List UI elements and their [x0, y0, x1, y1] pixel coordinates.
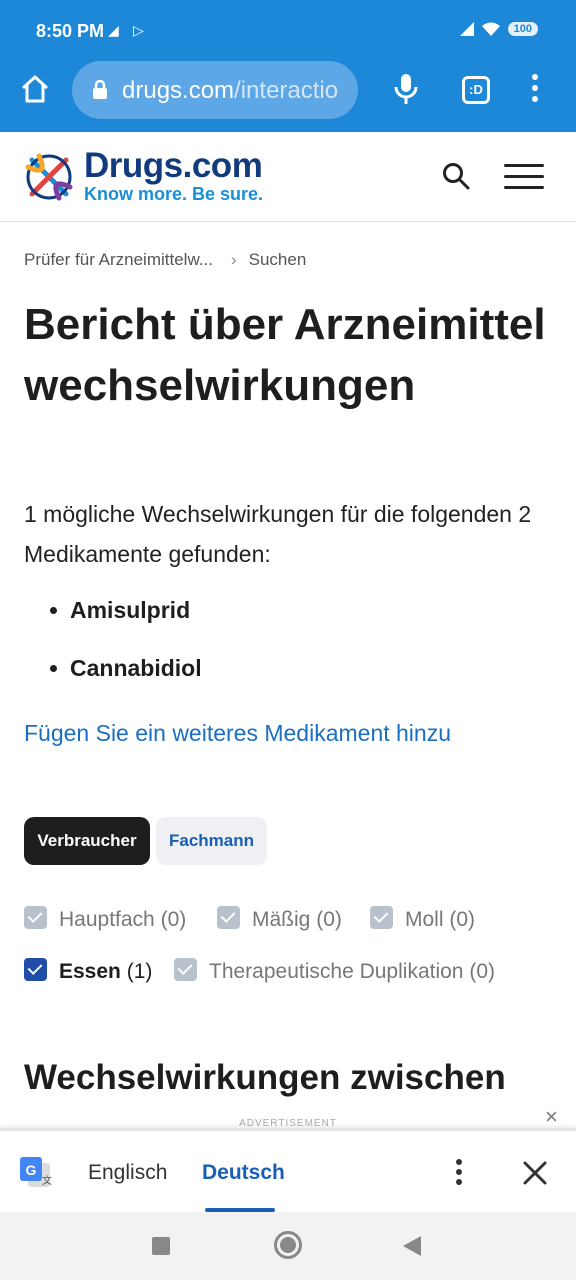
source-language-tab[interactable]: Englisch: [88, 1161, 167, 1185]
filter-count: (0): [449, 908, 476, 931]
breadcrumb: Prüfer für Arzneimittelw... › Suchen: [24, 250, 306, 270]
interactions-heading: Wechselwirkungen zwischen: [24, 1058, 506, 1097]
site-brand[interactable]: Drugs.com: [84, 146, 263, 186]
filter-major[interactable]: Hauptfach (0): [24, 906, 186, 932]
filter-label: Hauptfach: [59, 908, 155, 931]
filter-minor[interactable]: Moll (0): [370, 906, 475, 932]
filter-moderate[interactable]: Mäßig (0): [217, 906, 342, 932]
svg-text:G: G: [26, 1162, 37, 1178]
notification-icon: ◢: [108, 22, 119, 38]
filter-count: (0): [160, 908, 187, 931]
browser-chrome: 8:50 PM ◢ ▷ 100 drugs.com/interactio :D: [0, 0, 576, 132]
translate-options-icon[interactable]: [454, 1159, 464, 1187]
site-tagline: Know more. Be sure.: [84, 184, 264, 204]
translate-bar: G 文 Englisch Deutsch: [0, 1128, 576, 1212]
filter-count: (0): [469, 960, 495, 983]
url-path: /interactio: [234, 77, 339, 104]
play-icon: ▷: [133, 22, 144, 38]
battery-icon: 100: [507, 22, 538, 36]
filter-label: Therapeutische Duplikation: [209, 960, 464, 983]
filter-label: Mäßig: [252, 908, 311, 931]
page-title: Bericht über Arzneimittelwechselwirkunge…: [24, 300, 546, 410]
home-icon[interactable]: [20, 74, 50, 104]
status-bar: 8:50 PM ◢ ▷ 100: [0, 0, 576, 60]
url-text: drugs.com/interactio: [122, 77, 338, 105]
results-summary: 1 mögliche Wechselwirkungen für die folg…: [24, 501, 532, 567]
drug-item: Amisulprid: [48, 590, 202, 648]
target-language-tab[interactable]: Deutsch: [202, 1161, 285, 1185]
close-icon[interactable]: [522, 1160, 548, 1186]
svg-text:文: 文: [42, 1174, 52, 1187]
filter-label: Moll: [405, 908, 444, 931]
chevron-right-icon: ›: [230, 250, 237, 269]
breadcrumb-item-search: Suchen: [248, 250, 307, 269]
address-bar[interactable]: drugs.com/interactio: [72, 61, 358, 119]
tab-switcher-button[interactable]: :D: [462, 76, 490, 104]
add-drug-link[interactable]: Fügen Sie ein weiteres Medikament hinzu: [24, 720, 451, 747]
filter-count: (0): [316, 908, 342, 931]
system-nav-bar: [0, 1212, 576, 1280]
checkbox-icon[interactable]: [370, 906, 393, 929]
hamburger-menu-icon[interactable]: [504, 164, 544, 190]
search-icon[interactable]: [442, 162, 470, 190]
site-header: Drugs.com Know more. Be sure.: [0, 132, 576, 222]
checkbox-icon[interactable]: [174, 958, 197, 981]
checkbox-checked-icon[interactable]: [24, 958, 47, 981]
recents-icon[interactable]: [152, 1237, 170, 1255]
drugs-logo-icon[interactable]: [22, 150, 76, 204]
url-host: drugs.com: [122, 77, 235, 104]
checkbox-icon[interactable]: [24, 906, 47, 929]
ad-close-icon[interactable]: ×: [545, 1104, 558, 1130]
filter-therapeutic-duplication[interactable]: Therapeutische Duplikation (0): [174, 958, 495, 984]
checkbox-icon[interactable]: [217, 906, 240, 929]
breadcrumb-item-interactions-checker[interactable]: Prüfer für Arzneimittelw...: [24, 250, 213, 269]
filter-food[interactable]: Essen (1): [24, 958, 152, 984]
consumer-toggle-button[interactable]: Verbraucher: [24, 817, 150, 865]
url-row: drugs.com/interactio :D: [0, 60, 576, 122]
filter-count: (1): [126, 960, 153, 983]
drug-item: Cannabidiol: [48, 648, 202, 706]
drug-list: Amisulprid Cannabidiol: [48, 590, 202, 706]
signal-icon: [459, 22, 474, 36]
wifi-icon: [481, 22, 500, 36]
lock-icon: [93, 80, 107, 99]
filter-label: Essen: [59, 960, 121, 983]
professional-toggle-button[interactable]: Fachmann: [156, 817, 267, 865]
back-icon[interactable]: [403, 1236, 421, 1256]
browser-menu-icon[interactable]: [530, 74, 540, 106]
google-translate-icon[interactable]: G 文: [18, 1155, 52, 1189]
home-button-icon[interactable]: [274, 1231, 302, 1259]
status-time: 8:50 PM: [36, 21, 105, 41]
microphone-icon[interactable]: [393, 72, 419, 106]
